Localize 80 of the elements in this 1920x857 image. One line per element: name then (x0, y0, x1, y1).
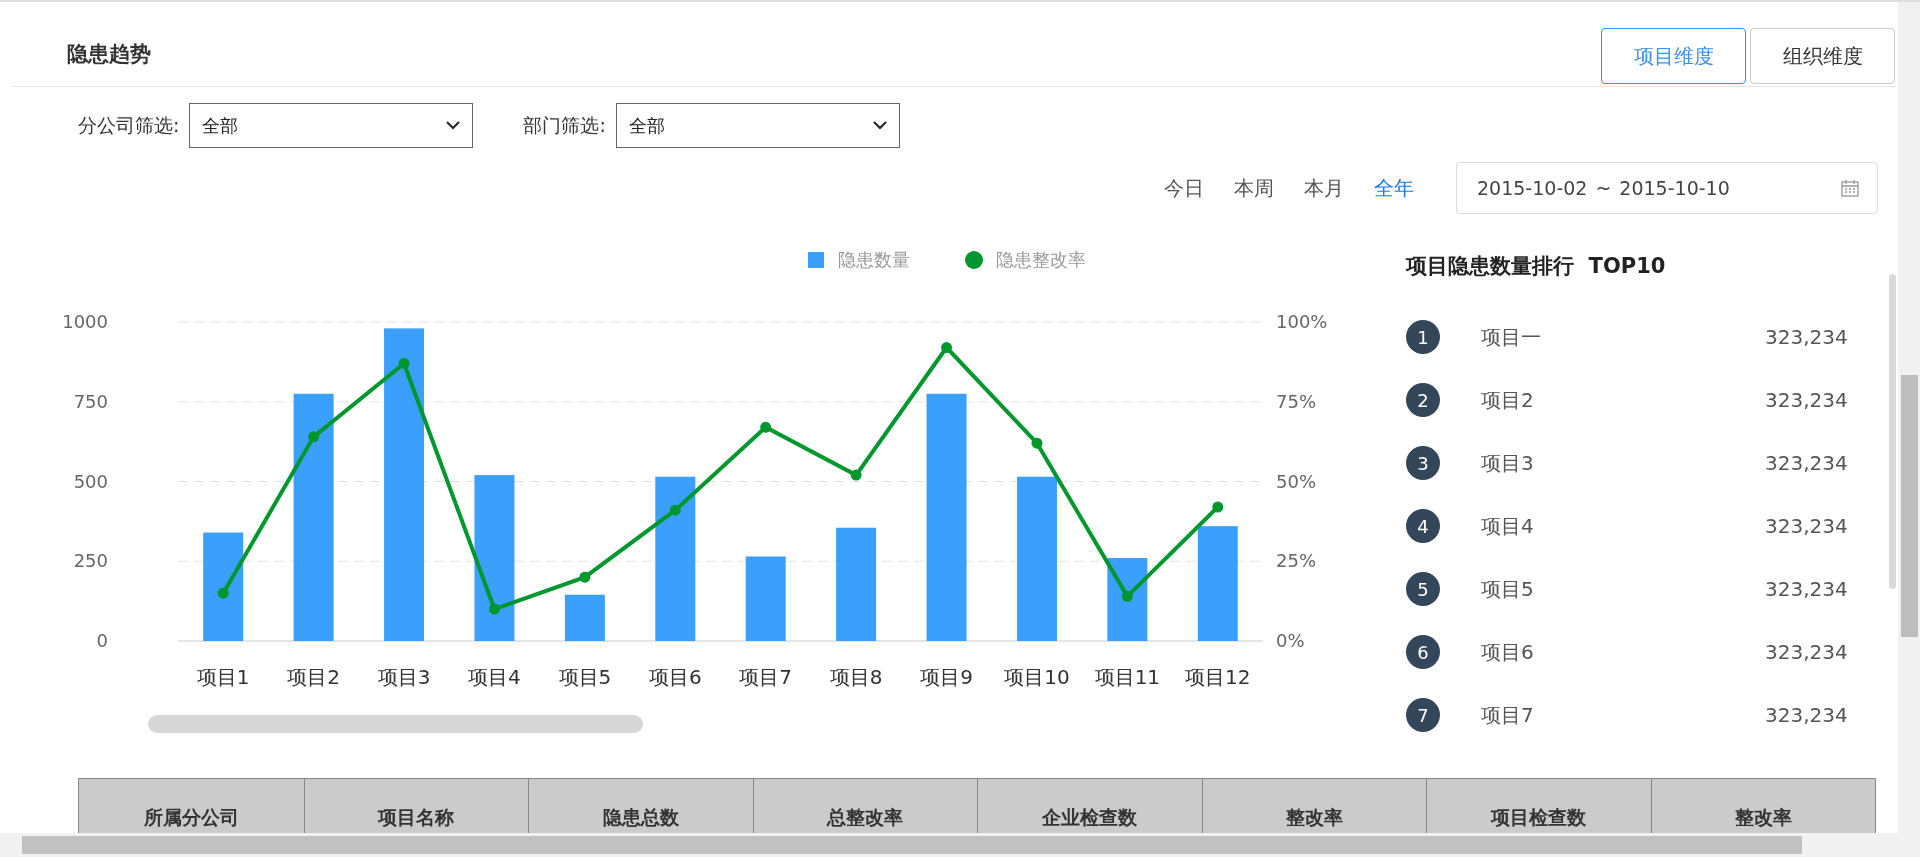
line-point (398, 357, 410, 369)
axis-tick-label: 100% (1276, 311, 1328, 332)
hazard-count: 323,234 (1765, 388, 1848, 412)
hazard-count: 323,234 (1765, 703, 1848, 727)
rank-badge: 7 (1406, 698, 1440, 732)
axis-tick-label: 25% (1276, 550, 1316, 572)
chart-scrollbar[interactable] (148, 715, 643, 733)
dimension-tab[interactable]: 组织维度 (1750, 28, 1895, 84)
category-label: 项目12 (1185, 665, 1251, 689)
caret-icon (446, 121, 461, 130)
category-label: 项目2 (287, 665, 340, 689)
period-link[interactable]: 今日 (1164, 174, 1204, 202)
bar (564, 594, 605, 641)
line-point (1212, 501, 1224, 513)
category-label: 项目4 (468, 665, 521, 689)
project-name: 项目7 (1481, 701, 1535, 729)
hazard-count: 323,234 (1765, 451, 1848, 475)
line-point (850, 469, 862, 481)
project-name: 项目2 (1481, 386, 1535, 414)
filter-select[interactable]: 全部 (615, 103, 900, 148)
rank-badge: 6 (1406, 635, 1440, 669)
axis-tick-label: 50% (1276, 470, 1316, 492)
period-link[interactable]: 本月 (1304, 174, 1344, 202)
line-point (488, 603, 500, 615)
project-name: 项目6 (1481, 638, 1535, 666)
scrollbar-thumb[interactable] (1901, 375, 1918, 637)
line-point (760, 421, 772, 433)
calendar-icon (1841, 179, 1859, 197)
category-label: 项目7 (739, 665, 793, 689)
column-header: 所属分公司 (142, 805, 240, 830)
line-point (1031, 437, 1043, 449)
rank-badge: 2 (1406, 383, 1440, 417)
line-point (308, 431, 320, 443)
project-name: 项目3 (1481, 449, 1535, 477)
axis-tick-label: 750 (73, 390, 108, 412)
axis-tick-label: 0% (1276, 630, 1305, 651)
ranking-title: 项目隐患数量排行 TOP10 (1406, 253, 1667, 280)
category-label: 项目8 (829, 665, 883, 689)
category-label: 项目1 (196, 665, 250, 689)
filter-label: 分公司筛选: (78, 112, 180, 138)
date-range-field[interactable]: 2015-10-02 ~ 2015-10-10 (1456, 162, 1878, 214)
horizontal-scrollbar[interactable] (0, 833, 1920, 857)
category-label: 项目11 (1094, 665, 1161, 689)
section-title: 隐患趋势 (67, 41, 151, 68)
category-label: 项目6 (648, 665, 702, 689)
category-label: 项目10 (1004, 665, 1070, 689)
hazard-count: 323,234 (1765, 325, 1848, 349)
legend-swatch (808, 252, 824, 268)
vertical-scrollbar[interactable] (1898, 2, 1920, 835)
axis-tick-label: 250 (73, 550, 108, 572)
category-label: 项目3 (377, 665, 431, 689)
axis-tick-label: 75% (1276, 390, 1316, 412)
filter-select[interactable]: 全部 (189, 103, 474, 148)
hazard-count: 323,234 (1765, 577, 1848, 601)
period-link[interactable]: 全年 (1374, 174, 1414, 202)
scrollbar[interactable] (1889, 274, 1896, 589)
period-link[interactable]: 本周 (1234, 174, 1274, 202)
line-point (941, 342, 953, 353)
rank-badge: 1 (1406, 320, 1440, 354)
hazard-count: 323,234 (1765, 514, 1848, 538)
project-name: 项目5 (1481, 575, 1535, 603)
hazard-count: 323,234 (1765, 640, 1848, 664)
axis-tick-label: 500 (73, 470, 108, 492)
project-name: 项目一 (1481, 323, 1542, 351)
line-point (669, 504, 681, 516)
legend-dot (965, 251, 983, 269)
rank-badge: 3 (1406, 446, 1440, 480)
rank-badge: 5 (1406, 572, 1440, 606)
category-label: 项目5 (558, 665, 612, 689)
scrollbar-thumb[interactable] (22, 836, 1802, 854)
caret-icon (872, 121, 887, 130)
line-point (579, 571, 591, 583)
rank-badge: 4 (1406, 509, 1440, 543)
line-point (1121, 590, 1133, 602)
axis-tick-label: 1000 (62, 311, 108, 332)
line-point (217, 587, 229, 599)
project-name: 项目4 (1481, 512, 1535, 540)
category-label: 项目9 (920, 665, 973, 689)
axis-tick-label: 0 (96, 630, 108, 651)
filter-label: 部门筛选: (523, 112, 606, 138)
